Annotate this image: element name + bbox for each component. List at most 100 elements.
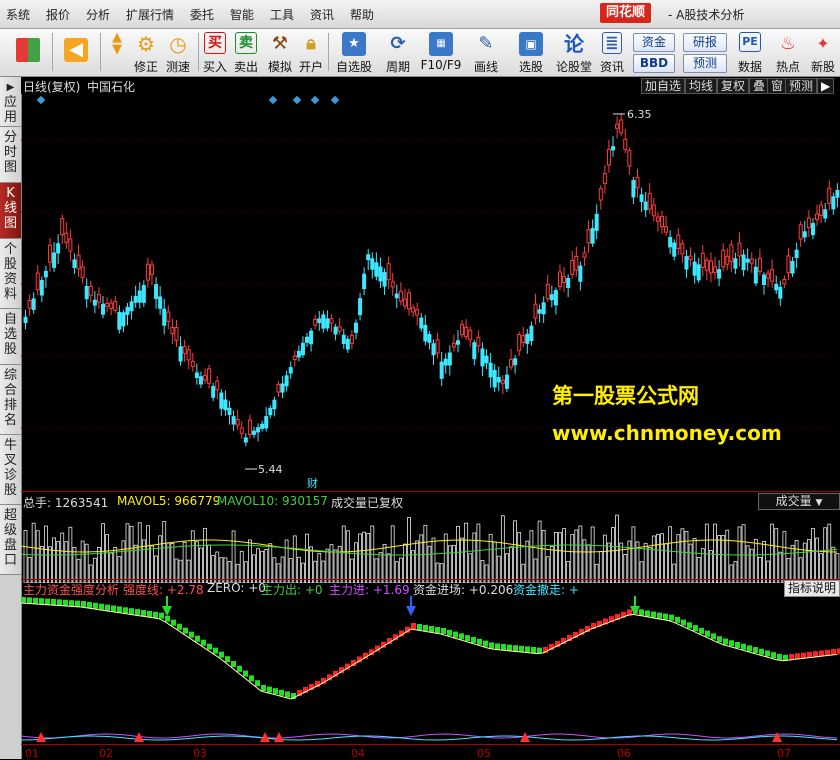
layout-button[interactable] xyxy=(10,30,46,74)
volume-chart[interactable] xyxy=(21,510,840,583)
menu-analysis[interactable]: 分析 xyxy=(86,6,110,23)
side-tab-watchlist[interactable]: 自选股 xyxy=(0,309,21,365)
side-tab-stock-profile[interactable]: 个股资料 xyxy=(0,239,21,309)
strength-block xyxy=(759,648,764,655)
new-stock-button[interactable]: ✦ 新股 xyxy=(806,30,840,74)
finance-marker[interactable]: 财 xyxy=(307,476,318,490)
candle-body xyxy=(790,260,795,274)
watchlist-button[interactable]: ★ 自选股 xyxy=(332,30,376,74)
data-button[interactable]: PE 数据 xyxy=(734,30,766,74)
side-tab-kline[interactable]: K线图 xyxy=(0,183,21,239)
menu-order[interactable]: 委托 xyxy=(190,6,214,23)
research-pill[interactable]: 研报 xyxy=(683,33,727,52)
period-button[interactable]: ⟳ 周期 xyxy=(378,30,418,74)
up-arrow-icon xyxy=(772,732,782,742)
indicator-select[interactable]: 成交量 ▼ xyxy=(758,493,840,510)
indicator-help-button[interactable]: 指标说明 xyxy=(784,580,840,597)
buy-button[interactable]: 买 买入 xyxy=(200,30,230,74)
side-tab-diagnosis[interactable]: 牛叉诊股 xyxy=(0,435,21,505)
sell-button[interactable]: 卖 卖出 xyxy=(230,30,262,74)
forecast-button[interactable]: 预测 xyxy=(785,78,818,94)
clock-icon: ◷ xyxy=(169,32,187,56)
side-tab-super-panel[interactable]: 超级盘口 xyxy=(0,505,21,575)
candle-body xyxy=(296,350,301,358)
volume-bar xyxy=(790,544,795,583)
candle-body xyxy=(647,192,652,210)
candle-body xyxy=(268,407,273,416)
volume-bar xyxy=(31,522,36,583)
candle-body xyxy=(651,204,656,217)
volume-ma-lines xyxy=(21,539,838,556)
candle-body xyxy=(390,281,395,288)
bbd-pill[interactable]: BBD xyxy=(633,54,675,73)
strength-block xyxy=(753,647,758,654)
candle-body xyxy=(827,187,832,204)
candle-body xyxy=(374,262,379,277)
hot-spot-button[interactable]: ♨ 热点 xyxy=(772,30,804,74)
open-account-button[interactable]: 🔒︎ 开户 xyxy=(296,30,326,74)
volume-bar xyxy=(753,538,758,583)
overlay-button[interactable]: 叠 xyxy=(749,78,770,94)
event-diamond xyxy=(292,95,302,105)
hot-icon: ♨ xyxy=(779,33,797,54)
candle-body xyxy=(680,243,685,255)
volume-bar xyxy=(827,523,832,583)
candle-body xyxy=(76,254,81,270)
candle-body xyxy=(113,300,118,311)
candle-body xyxy=(27,299,32,309)
forum-button[interactable]: 论 论股堂 xyxy=(554,30,594,74)
buy-icon: 买 xyxy=(204,32,226,54)
side-tab-apps[interactable]: ▶ 应用 xyxy=(0,77,21,127)
candle-body xyxy=(582,252,587,258)
volume-bar xyxy=(692,537,697,583)
side-tab-ranking[interactable]: 综合排名 xyxy=(0,365,21,435)
event-diamond xyxy=(310,95,320,105)
news-button[interactable]: ≣ 资讯 xyxy=(596,30,628,74)
menu-system[interactable]: 系统 xyxy=(6,6,30,23)
volume-bar xyxy=(247,539,252,583)
stock-name: 中国石化 xyxy=(87,80,136,94)
strength-block xyxy=(99,603,104,610)
menu-help[interactable]: 帮助 xyxy=(350,6,374,23)
candle-body xyxy=(443,358,448,366)
candle-body xyxy=(831,196,836,210)
menu-quote[interactable]: 报价 xyxy=(46,6,70,23)
simulate-button[interactable]: ⚒ 模拟 xyxy=(264,30,296,74)
adjust-button[interactable]: 复权 xyxy=(717,78,750,94)
back-button[interactable]: ◀ xyxy=(58,30,94,74)
draw-line-button[interactable]: ✎ 画线 xyxy=(466,30,506,74)
menu-tools[interactable]: 工具 xyxy=(270,6,294,23)
volume-bar xyxy=(268,543,273,583)
up-down-button[interactable]: ▲ ▼ xyxy=(104,30,130,74)
candle-body xyxy=(835,189,840,198)
candle-body xyxy=(23,316,28,324)
menu-smart[interactable]: 智能 xyxy=(230,6,254,23)
volume-bar xyxy=(150,545,154,583)
strength-block xyxy=(705,630,710,637)
volume-bar xyxy=(207,544,212,583)
candle-body xyxy=(219,392,224,409)
menu-extended-quote[interactable]: 扩展行情 xyxy=(126,6,174,23)
forecast-pill[interactable]: 预测 xyxy=(683,54,727,73)
add-watchlist-button[interactable]: 加自选 xyxy=(641,78,686,94)
f10-button[interactable]: ▦ F10/F9 xyxy=(418,30,464,74)
fix-button[interactable]: ⚙ 修正 xyxy=(130,30,162,74)
volume-bar xyxy=(199,547,203,583)
arrow-right-icon[interactable]: ▶ xyxy=(817,78,835,94)
strength-block xyxy=(741,643,746,650)
funds-pill[interactable]: 资金 xyxy=(633,33,675,52)
side-tab-intraday[interactable]: 分时图 xyxy=(0,127,21,183)
fund-strength-chart[interactable] xyxy=(21,596,840,744)
candle-body xyxy=(537,309,542,314)
speed-test-button[interactable]: ◷ 测速 xyxy=(162,30,194,74)
candle-body xyxy=(713,266,718,273)
strength-block xyxy=(429,626,434,632)
stock-screener-button[interactable]: ▣ 选股 xyxy=(510,30,552,74)
volume-bar xyxy=(554,532,558,583)
candle-body xyxy=(305,336,310,343)
ma-button[interactable]: 均线 xyxy=(685,78,718,94)
window-button[interactable]: 窗 xyxy=(767,78,788,94)
volume-bar xyxy=(541,529,546,583)
zero-label: ZERO: +0 xyxy=(207,581,266,595)
menu-news[interactable]: 资讯 xyxy=(310,6,334,23)
